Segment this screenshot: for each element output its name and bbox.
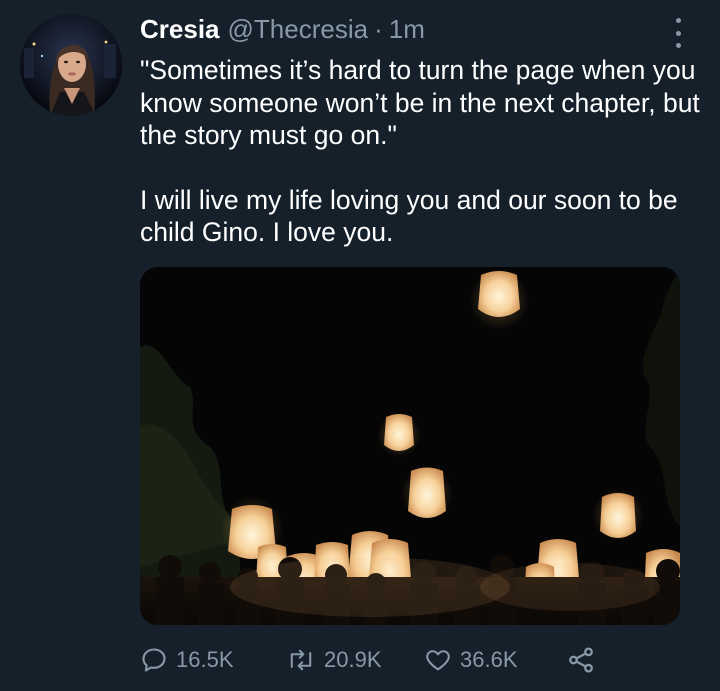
reply-icon xyxy=(142,648,166,672)
more-dot xyxy=(675,43,681,48)
tweet-actions: 16.5K 20.9K 36.6K xyxy=(140,640,700,680)
reply-count: 16.5K xyxy=(176,647,234,672)
tweet-text: "Sometimes it’s hard to turn the page wh… xyxy=(140,54,700,249)
timestamp[interactable]: 1m xyxy=(389,14,425,45)
share-icon xyxy=(569,647,593,673)
tweet-paragraph-message: I will live my life loving you and our s… xyxy=(140,184,678,248)
reply-button[interactable]: 16.5K xyxy=(140,646,286,674)
header-separator: · xyxy=(374,14,383,44)
tweet-header: Cresia @Thecresia · 1m xyxy=(140,14,425,50)
retweet-count: 20.9K xyxy=(324,647,382,672)
tweet-paragraph-quote: "Sometimes it’s hard to turn the page wh… xyxy=(140,55,700,150)
avatar-image xyxy=(20,14,122,116)
heart-icon xyxy=(426,650,450,671)
share-button[interactable] xyxy=(566,645,604,675)
retweet-button[interactable]: 20.9K xyxy=(286,646,424,674)
lantern-photo xyxy=(140,267,680,625)
tweet-photo[interactable] xyxy=(140,267,680,625)
author-handle[interactable]: @Thecresia xyxy=(228,14,369,45)
more-dot xyxy=(675,18,681,23)
more-options-icon[interactable] xyxy=(666,18,690,48)
retweet-icon xyxy=(290,649,312,671)
like-button[interactable]: 36.6K xyxy=(424,646,566,674)
avatar[interactable] xyxy=(20,14,122,116)
author-name[interactable]: Cresia xyxy=(140,14,220,45)
more-dot xyxy=(675,30,681,36)
like-count: 36.6K xyxy=(460,647,518,672)
